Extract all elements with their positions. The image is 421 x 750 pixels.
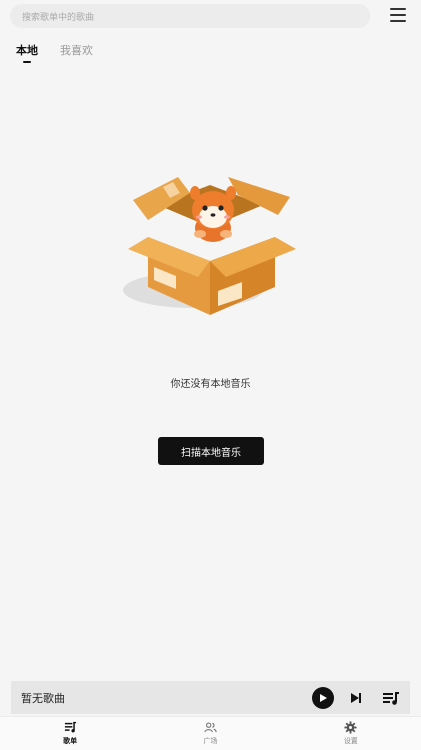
gear-icon bbox=[344, 721, 357, 734]
play-button[interactable] bbox=[312, 686, 334, 709]
bottom-nav: 歌单 广场 设置 bbox=[0, 716, 421, 750]
empty-message: 你还没有本地音乐 bbox=[170, 379, 251, 390]
search-placeholder: 搜索歌单中的歌曲 bbox=[22, 12, 95, 23]
mini-player[interactable]: 暂无歌曲 bbox=[11, 681, 410, 714]
player-title: 暂无歌曲 bbox=[21, 691, 65, 705]
nav-item-settings[interactable]: 设置 bbox=[281, 717, 421, 750]
scan-local-music-button[interactable]: 扫描本地音乐 bbox=[158, 437, 264, 465]
tab-bar: 本地 我喜欢 bbox=[16, 42, 93, 58]
playlist-icon bbox=[64, 721, 76, 733]
search-input[interactable]: 搜索歌单中的歌曲 bbox=[10, 4, 370, 28]
squirrel-icon bbox=[190, 186, 236, 242]
nav-label-playlist: 歌单 bbox=[63, 737, 78, 745]
skip-next-icon bbox=[351, 692, 361, 703]
tab-favorites[interactable]: 我喜欢 bbox=[60, 42, 93, 58]
nav-item-square[interactable]: 广场 bbox=[140, 717, 280, 750]
tab-local[interactable]: 本地 bbox=[16, 42, 38, 58]
queue-music-icon bbox=[383, 691, 399, 705]
queue-button[interactable] bbox=[382, 690, 400, 706]
nav-label-square: 广场 bbox=[203, 737, 218, 745]
empty-box-illustration bbox=[123, 177, 296, 315]
menu-icon[interactable] bbox=[390, 8, 406, 22]
nav-label-settings: 设置 bbox=[343, 737, 358, 745]
play-icon bbox=[320, 693, 327, 702]
nav-item-playlist[interactable]: 歌单 bbox=[0, 717, 140, 750]
next-button[interactable] bbox=[348, 690, 364, 706]
app-root: 搜索歌单中的歌曲 本地 我喜欢 你还没有本地音乐 扫描本地音乐 暂无歌曲 歌单 … bbox=[0, 0, 421, 750]
people-icon bbox=[204, 722, 217, 733]
